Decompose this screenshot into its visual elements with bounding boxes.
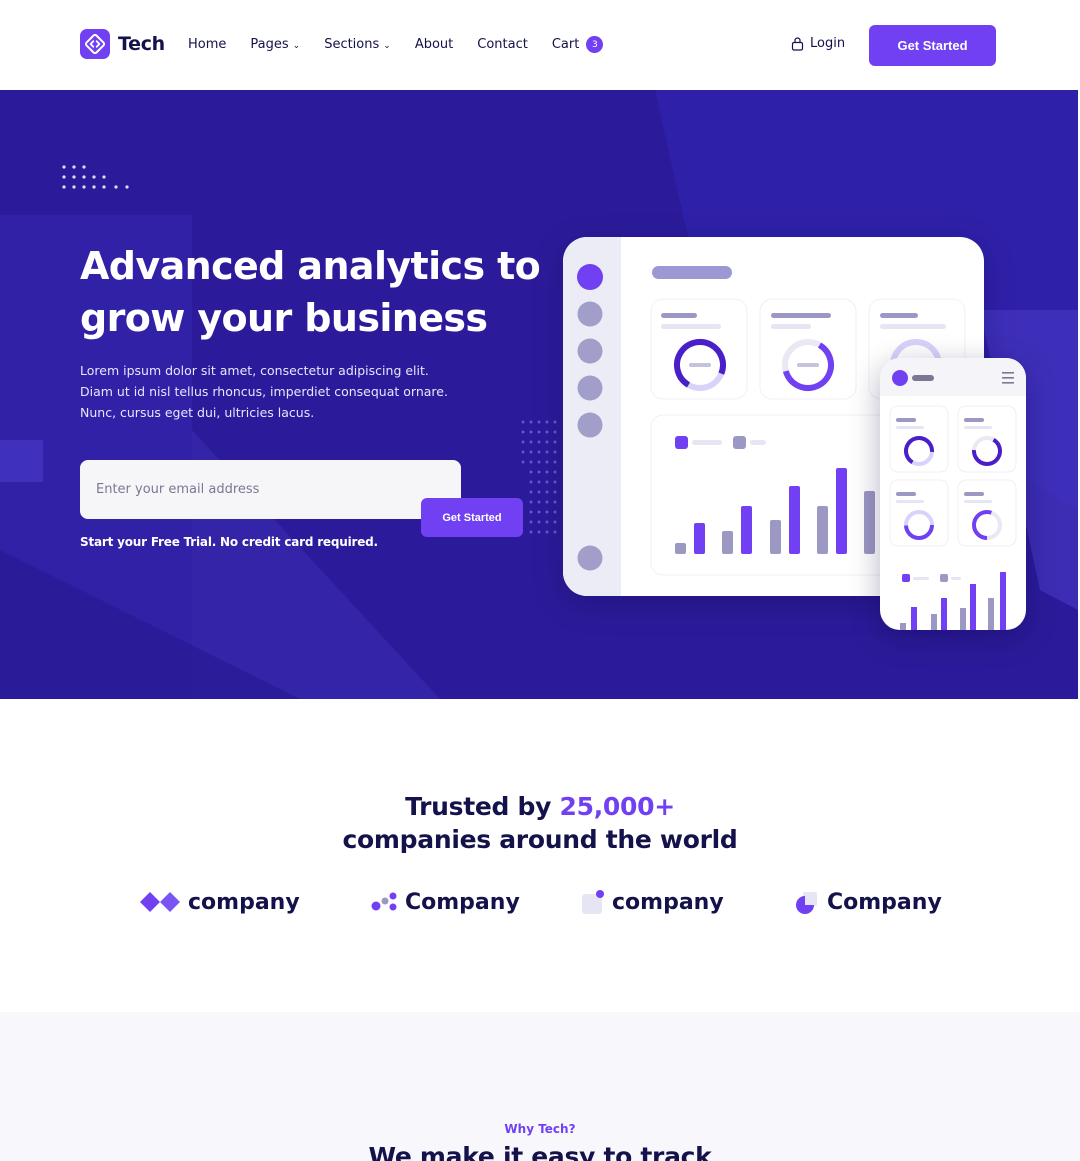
company-name-4: Company [827,889,942,915]
phone-illustration [880,358,1026,630]
dots-logo-icon [371,892,397,911]
login-link[interactable]: Login [791,36,845,51]
nav-pages-label: Pages [250,37,289,52]
nav-home[interactable]: Home [188,37,226,52]
login-label: Login [810,36,846,51]
why-title: We make it easy to track [368,1142,712,1161]
pie-logo-icon [796,892,817,914]
nav-sections[interactable]: Sections ⌄ [324,37,391,52]
chevron-down-icon: ⌄ [383,40,391,51]
company-name-1: company [188,889,300,915]
hero-description: Lorem ipsum dolor sit amet, consectetur … [80,363,448,420]
nav-pages[interactable]: Pages ⌄ [250,37,300,52]
nav-about-label: About [414,37,454,52]
company-logo-3: company [582,886,724,918]
phone-graphics [880,358,1026,630]
nav-cart-label: Cart [551,37,580,52]
code-brackets-icon [80,29,110,59]
nav-contact[interactable]: Contact [477,37,528,52]
nav-home-label: Home [188,37,227,52]
company-name-2: Company [405,889,520,915]
free-trial-note: Start your Free Trial. No credit card re… [80,535,378,549]
why-section: Why Tech? We make it easy to track [0,1012,1080,1161]
company-logo-4: Company [795,886,942,918]
email-input[interactable] [80,460,461,519]
cart-count-badge: 3 [586,36,604,53]
hero-section: Advanced analytics to grow your business… [0,90,1078,699]
square-dot-logo-icon [582,890,604,914]
company-logo-1: company [140,886,300,918]
company-logo-2: Company [371,886,520,918]
nav-contact-label: Contact [477,37,528,52]
brand-logo[interactable]: Tech [80,29,165,59]
diamond-logo-icon [140,892,180,912]
main-nav: Home Pages ⌄ Sections ⌄ About Contact Cart… [188,36,627,53]
company-name-3: company [612,889,724,915]
site-header: Tech Home Pages ⌄ Sections ⌄ About Contact… [0,0,1080,90]
chevron-down-icon: ⌄ [292,40,301,51]
lock-icon [791,37,804,51]
brand-name: Tech [118,33,165,55]
get-started-header-button[interactable]: Get Started [869,25,996,66]
trusted-prefix: Trusted by [405,792,560,821]
trusted-heading: Trusted by 25,000+ companies around the … [0,790,1080,856]
nav-about[interactable]: About [415,37,453,52]
trusted-count: 25,000+ [559,792,676,821]
nav-sections-label: Sections [324,37,380,52]
get-started-hero-button[interactable]: Get Started [421,498,523,537]
why-eyebrow: Why Tech? [504,1122,576,1136]
nav-cart[interactable]: Cart 3 [552,36,604,53]
trusted-suffix: companies around the world [342,825,738,854]
hero-title: Advanced analytics to grow your business [80,244,541,340]
